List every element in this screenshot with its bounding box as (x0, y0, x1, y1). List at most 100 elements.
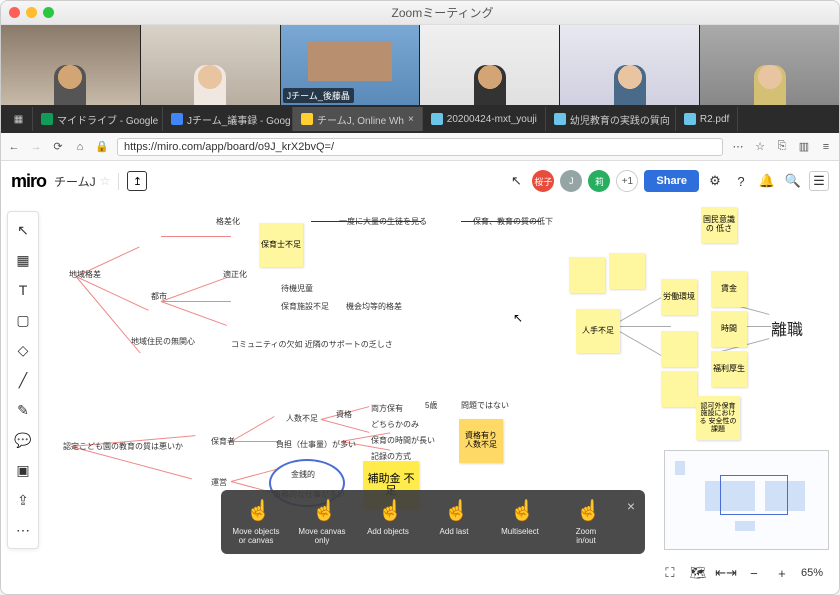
maximize-window-icon[interactable] (43, 7, 54, 18)
fullscreen-icon[interactable]: ⛶ (661, 564, 679, 582)
node-text[interactable]: 認定こども園の教育の質は悪いか (63, 441, 183, 452)
collaborator-avatar[interactable]: J (560, 170, 582, 192)
sticky-note[interactable]: 賃金 (711, 271, 747, 307)
browser-tab[interactable]: 幼児教育の実践の質向 (546, 107, 676, 131)
miro-canvas-area[interactable]: miro チームJ ☆ ↥ ↖ 桜子 J 莉 +1 Share ⚙ ? 🔔 🔍 … (1, 161, 839, 594)
zoom-level[interactable]: 65% (801, 567, 823, 579)
sticky-note[interactable] (661, 371, 697, 407)
close-tab-icon[interactable]: × (408, 114, 414, 125)
video-tile[interactable] (420, 25, 560, 105)
sticky-note[interactable]: 認可外保育 施設における 安全性の 課題 (696, 396, 740, 440)
shape-tool[interactable]: ◇ (9, 336, 37, 364)
sticky-note[interactable]: 時間 (711, 311, 747, 347)
miro-logo[interactable]: miro (11, 171, 46, 192)
collaborator-avatar[interactable]: 莉 (588, 170, 610, 192)
gesture-add-last[interactable]: Add last (423, 498, 485, 546)
frame-tool[interactable]: ▣ (9, 456, 37, 484)
sticky-note[interactable]: 保育士不足 (259, 223, 303, 267)
node-text[interactable]: 保育の時間が長い (371, 435, 435, 446)
node-text[interactable]: コミュニティの欠如 近隣のサポートの乏しさ (231, 339, 393, 350)
menu-icon[interactable]: ⋯ (731, 140, 745, 154)
star-icon[interactable]: ☆ (100, 174, 111, 188)
node-text[interactable]: 一度に大量の生徒を見る (339, 216, 427, 227)
reload-icon[interactable]: ⟳ (51, 140, 65, 154)
extension-icon[interactable]: ⎘ (775, 140, 789, 154)
new-tab-button[interactable]: ▦ (5, 107, 33, 131)
home-icon[interactable]: ⌂ (73, 140, 87, 154)
node-text[interactable]: 負担（仕事量）が多い (276, 439, 356, 450)
cursor-mode-icon[interactable]: ↖ (506, 171, 526, 191)
close-window-icon[interactable] (9, 7, 20, 18)
node-text[interactable]: 機会均等的格差 (346, 301, 402, 312)
video-tile[interactable] (1, 25, 141, 105)
gesture-zoom[interactable]: Zoom in/out (555, 498, 617, 546)
browser-tab[interactable]: マイドライブ - Google ド (33, 107, 163, 131)
pen-tool[interactable]: ✎ (9, 396, 37, 424)
gesture-add-objects[interactable]: Add objects (357, 498, 419, 546)
export-icon[interactable]: ↥ (127, 171, 147, 191)
notes-icon[interactable]: ☰ (809, 171, 829, 191)
star-icon[interactable]: ☆ (753, 140, 767, 154)
sticky-note[interactable] (661, 331, 697, 367)
node-text[interactable]: 保育施設不足 (281, 301, 329, 312)
sticky-note[interactable]: 労働環境 (661, 279, 697, 315)
upload-tool[interactable]: ⇪ (9, 486, 37, 514)
help-icon[interactable]: ? (731, 171, 751, 191)
node-text[interactable]: 地域格差 (69, 269, 101, 280)
node-text[interactable]: 人数不足 (286, 413, 318, 424)
node-text[interactable]: 両方保有 (371, 403, 403, 414)
collaborator-avatar[interactable]: 桜子 (532, 170, 554, 192)
library-icon[interactable]: ▥ (797, 140, 811, 154)
zoom-out-icon[interactable]: − (745, 564, 763, 582)
minimap-viewport[interactable] (720, 475, 788, 515)
gesture-multiselect[interactable]: Multiselect (489, 498, 551, 546)
video-tile[interactable] (141, 25, 281, 105)
minimap[interactable] (664, 450, 829, 550)
video-tile[interactable]: Jチーム_後藤晶 (281, 25, 421, 105)
sticky-note[interactable]: 資格有り 人数不足 (459, 419, 503, 463)
node-text[interactable]: どちらかのみ (371, 419, 419, 430)
settings-icon[interactable]: ⚙ (705, 171, 725, 191)
search-icon[interactable]: 🔍 (783, 171, 803, 191)
node-text[interactable]: 地域住民の無関心 (131, 336, 195, 347)
sticky-note[interactable] (609, 253, 645, 289)
node-text[interactable]: 保育、教育の質の低下 (473, 216, 553, 227)
node-text[interactable]: 運営 (211, 477, 227, 488)
url-input[interactable]: https://miro.com/app/board/o9J_krX2bvQ=/ (117, 138, 723, 156)
browser-tab-active[interactable]: チームJ, Online Wh× (293, 107, 423, 131)
sticky-note[interactable] (569, 257, 605, 293)
node-text[interactable]: 適正化 (223, 269, 247, 280)
line-tool[interactable]: ╱ (9, 366, 37, 394)
browser-tab[interactable]: Jチーム_議事録 - Goog (163, 107, 293, 131)
node-text[interactable]: 問題ではない (461, 400, 509, 411)
fit-icon[interactable]: ⇤⇥ (717, 564, 735, 582)
minimize-window-icon[interactable] (26, 7, 37, 18)
browser-tab[interactable]: 20200424-mxt_youji (423, 107, 546, 131)
sticky-note[interactable]: 国民意識の 低さ (701, 207, 737, 243)
zoom-in-icon[interactable]: + (773, 564, 791, 582)
close-gesture-panel-icon[interactable]: × (621, 498, 641, 514)
gesture-move-objects[interactable]: Move objects or canvas (225, 498, 287, 546)
node-text[interactable]: 資格 (336, 409, 352, 420)
notification-icon[interactable]: 🔔 (757, 171, 777, 191)
more-collaborators[interactable]: +1 (616, 170, 638, 192)
select-tool[interactable]: ↖ (9, 216, 37, 244)
forward-icon[interactable]: → (29, 140, 43, 154)
board-name[interactable]: チームJ ☆ (54, 173, 119, 190)
sticky-tool[interactable]: ▢ (9, 306, 37, 334)
more-tools[interactable]: ⋯ (9, 516, 37, 544)
gesture-move-canvas[interactable]: Move canvas only (291, 498, 353, 546)
hamburger-icon[interactable]: ≡ (819, 140, 833, 154)
node-text-large[interactable]: 離職 (771, 316, 803, 340)
map-icon[interactable]: 🗺 (689, 564, 707, 582)
share-button[interactable]: Share (644, 170, 699, 192)
node-text[interactable]: 待機児童 (281, 283, 313, 294)
node-text[interactable]: 格差化 (216, 216, 240, 227)
comment-tool[interactable]: 💬 (9, 426, 37, 454)
browser-tab[interactable]: R2.pdf (676, 107, 738, 131)
video-tile[interactable] (560, 25, 700, 105)
node-text[interactable]: 5歳 (425, 400, 437, 411)
back-icon[interactable]: ← (7, 140, 21, 154)
template-tool[interactable]: ▦ (9, 246, 37, 274)
node-text[interactable]: 都市 (151, 291, 167, 302)
